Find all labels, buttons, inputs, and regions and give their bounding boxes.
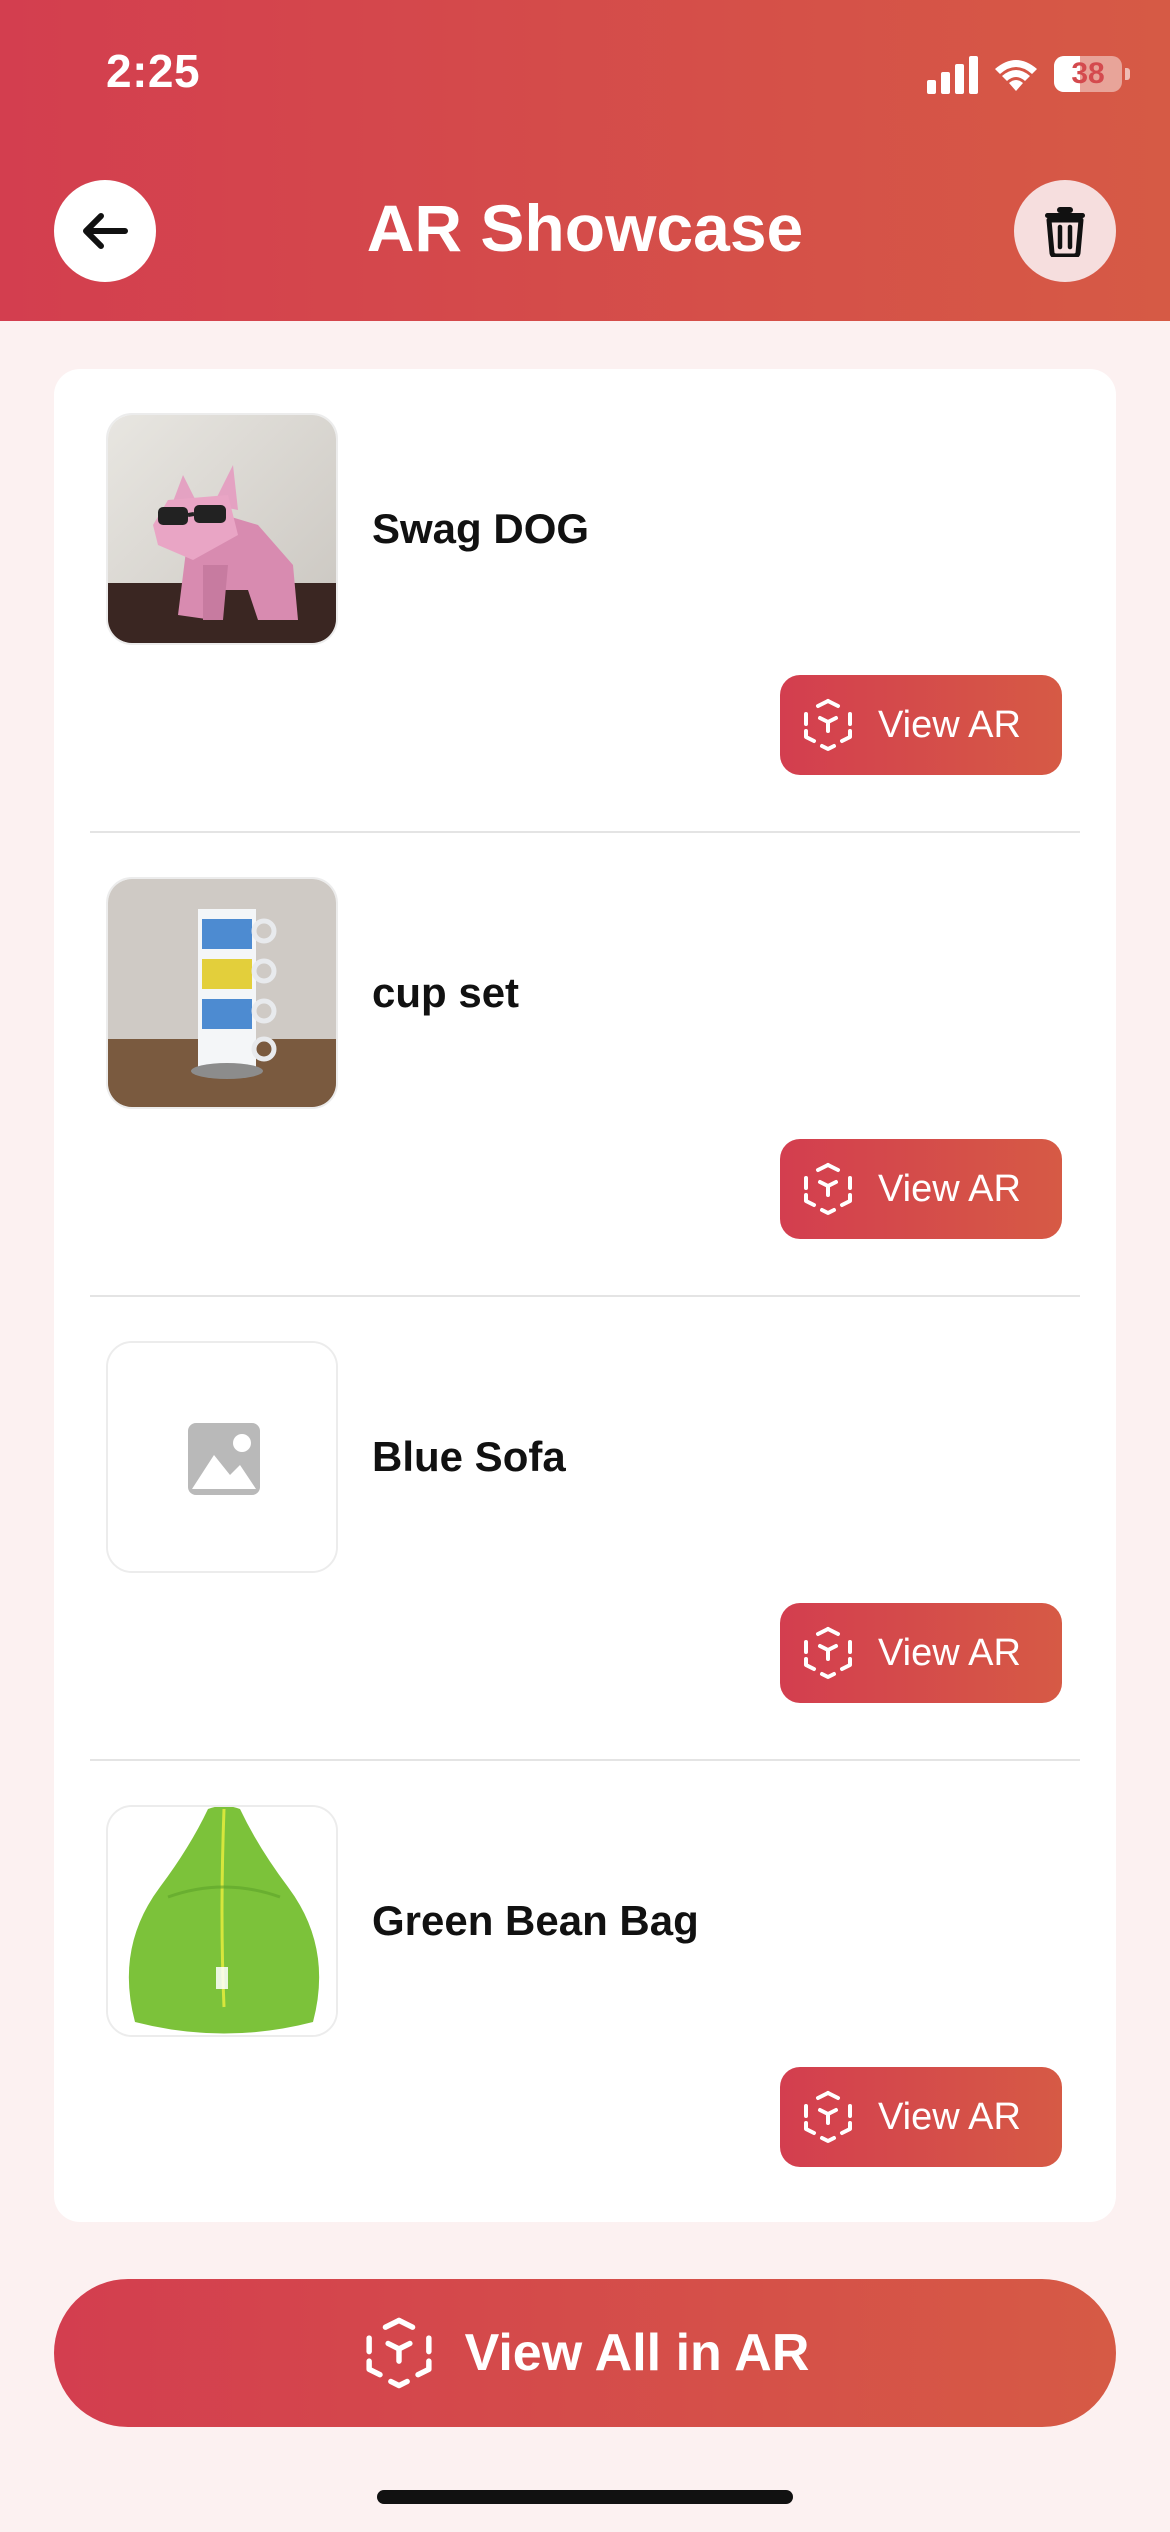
view-ar-label: View AR bbox=[878, 2095, 1021, 2138]
trash-icon bbox=[1045, 207, 1085, 257]
ar-cube-icon bbox=[804, 2091, 852, 2143]
item-name: Blue Sofa bbox=[372, 1433, 566, 1480]
ar-cube-icon bbox=[804, 699, 852, 751]
view-all-label: View All in AR bbox=[464, 2324, 810, 2382]
view-ar-label: View AR bbox=[878, 703, 1021, 746]
page-title: AR Showcase bbox=[366, 191, 804, 265]
stacked-cups-image bbox=[108, 879, 336, 1107]
green-bean-bag-image bbox=[108, 1807, 336, 2035]
item-name: cup set bbox=[372, 969, 520, 1016]
ar-showcase-screen: 2:25 38 AR Showcase Swag DOG View AR cup… bbox=[0, 0, 1170, 2532]
ar-cube-icon bbox=[804, 1163, 852, 1215]
item-thumbnail bbox=[106, 1805, 338, 2037]
status-icons: 38 bbox=[927, 52, 1130, 96]
view-all-in-ar-button[interactable]: View All in AR bbox=[54, 2279, 1116, 2427]
item-name: Swag DOG bbox=[372, 505, 590, 552]
list-item[interactable]: Blue Sofa View AR bbox=[54, 1297, 1116, 1761]
ar-cube-icon bbox=[366, 2317, 432, 2389]
view-ar-button[interactable]: View AR bbox=[780, 1139, 1062, 1239]
battery-level: 38 bbox=[1071, 57, 1105, 90]
ar-cube-icon bbox=[804, 1627, 852, 1679]
status-time: 2:25 bbox=[106, 45, 201, 97]
list-item[interactable]: Green Bean Bag View AR bbox=[54, 1761, 1116, 2222]
item-thumbnail bbox=[106, 413, 338, 645]
list-item[interactable]: Swag DOG View AR bbox=[54, 369, 1116, 833]
home-indicator[interactable] bbox=[377, 2490, 793, 2504]
view-ar-label: View AR bbox=[878, 1631, 1021, 1674]
pink-dog-figure-image bbox=[108, 415, 336, 643]
cellular-signal-icon bbox=[927, 54, 978, 94]
view-ar-button[interactable]: View AR bbox=[780, 2067, 1062, 2167]
item-name: Green Bean Bag bbox=[372, 1897, 699, 1944]
view-ar-button[interactable]: View AR bbox=[780, 1603, 1062, 1703]
delete-button[interactable] bbox=[1014, 180, 1116, 282]
view-ar-button[interactable]: View AR bbox=[780, 675, 1062, 775]
header-bar: 2:25 38 AR Showcase bbox=[0, 0, 1170, 321]
view-ar-label: View AR bbox=[878, 1167, 1021, 1210]
item-thumbnail bbox=[106, 1341, 338, 1573]
list-item[interactable]: cup set View AR bbox=[54, 833, 1116, 1297]
battery-icon: 38 bbox=[1054, 56, 1130, 92]
item-thumbnail bbox=[106, 877, 338, 1109]
wifi-icon bbox=[995, 60, 1037, 91]
ar-items-list: Swag DOG View AR cup set View AR Blue So… bbox=[54, 369, 1116, 2222]
image-placeholder-icon bbox=[108, 1343, 336, 1571]
